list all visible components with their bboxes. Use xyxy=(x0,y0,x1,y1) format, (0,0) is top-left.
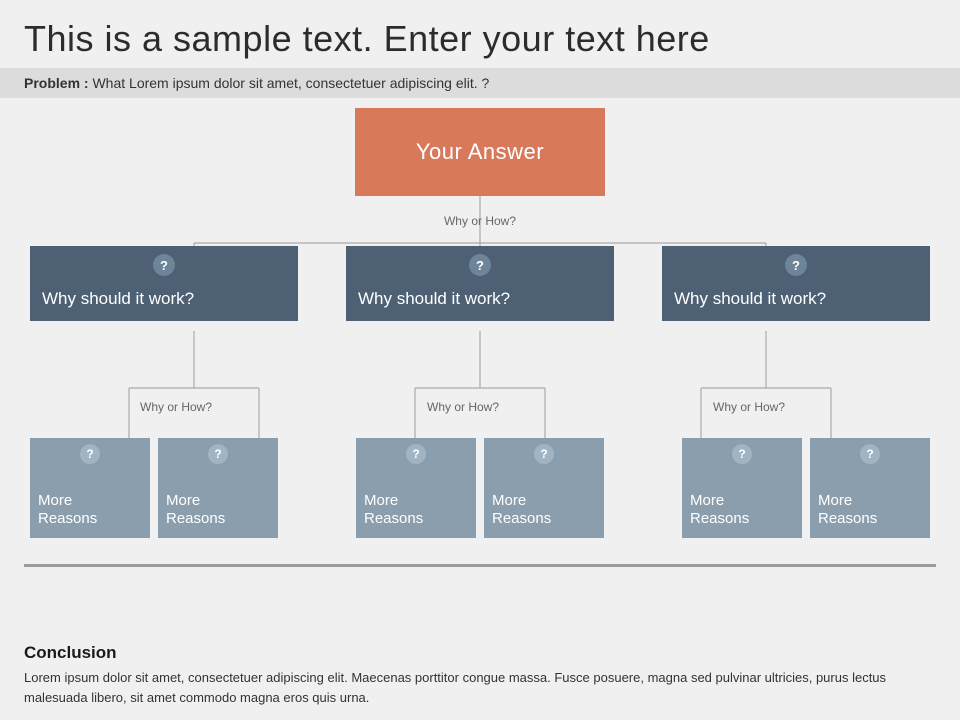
l2-node-1-1-label: MoreReasons xyxy=(38,492,97,528)
question-badge-l2-2-1: ? xyxy=(406,444,426,464)
l2-node-2-1-label: MoreReasons xyxy=(364,492,423,528)
divider-line xyxy=(24,564,936,567)
l2-group-3: ? MoreReasons ? MoreReasons xyxy=(682,438,930,538)
l2-node-3-2[interactable]: ? MoreReasons xyxy=(810,438,930,538)
problem-text: What Lorem ipsum dolor sit amet, consect… xyxy=(92,75,489,91)
why-label-root: Why or How? xyxy=(444,214,516,228)
question-badge-l2-2-2: ? xyxy=(534,444,554,464)
why-label-l1-2: Why or How? xyxy=(427,400,499,414)
question-badge-l2-1-1: ? xyxy=(80,444,100,464)
l2-node-2-1[interactable]: ? MoreReasons xyxy=(356,438,476,538)
l2-node-2-2[interactable]: ? MoreReasons xyxy=(484,438,604,538)
why-label-l1-3: Why or How? xyxy=(713,400,785,414)
conclusion-text: Lorem ipsum dolor sit amet, consectetuer… xyxy=(24,668,936,708)
l1-node-3[interactable]: ? Why should it work? xyxy=(662,246,930,321)
question-badge-l2-3-2: ? xyxy=(860,444,880,464)
root-node[interactable]: Your Answer xyxy=(355,108,605,196)
header: This is a sample text. Enter your text h… xyxy=(0,0,960,68)
question-badge-l1-1: ? xyxy=(153,254,175,276)
level1-container: ? Why should it work? ? Why should it wo… xyxy=(0,246,960,321)
l1-node-2-label: Why should it work? xyxy=(358,289,510,309)
l1-node-2[interactable]: ? Why should it work? xyxy=(346,246,614,321)
question-badge-l1-2: ? xyxy=(469,254,491,276)
l1-node-1-label: Why should it work? xyxy=(42,289,194,309)
conclusion-title: Conclusion xyxy=(24,643,936,663)
l2-node-1-2-label: MoreReasons xyxy=(166,492,225,528)
page: This is a sample text. Enter your text h… xyxy=(0,0,960,720)
problem-bar: Problem : What Lorem ipsum dolor sit ame… xyxy=(0,68,960,98)
l2-node-3-2-label: MoreReasons xyxy=(818,492,877,528)
l2-node-1-2[interactable]: ? MoreReasons xyxy=(158,438,278,538)
l2-node-1-1[interactable]: ? MoreReasons xyxy=(30,438,150,538)
l2-node-2-2-label: MoreReasons xyxy=(492,492,551,528)
page-title: This is a sample text. Enter your text h… xyxy=(24,18,936,60)
question-badge-l2-1-2: ? xyxy=(208,444,228,464)
root-label: Your Answer xyxy=(416,139,544,165)
l1-node-3-label: Why should it work? xyxy=(674,289,826,309)
problem-label: Problem : xyxy=(24,75,89,91)
question-badge-l2-3-1: ? xyxy=(732,444,752,464)
conclusion-area: Conclusion Lorem ipsum dolor sit amet, c… xyxy=(0,635,960,720)
l2-node-3-1[interactable]: ? MoreReasons xyxy=(682,438,802,538)
question-badge-l1-3: ? xyxy=(785,254,807,276)
l2-group-2: ? MoreReasons ? MoreReasons xyxy=(356,438,604,538)
l2-node-3-1-label: MoreReasons xyxy=(690,492,749,528)
l1-node-1[interactable]: ? Why should it work? xyxy=(30,246,298,321)
diagram-area: Why or How? Your Answer ? Why should it … xyxy=(0,98,960,635)
l2-group-1: ? MoreReasons ? MoreReasons xyxy=(30,438,278,538)
why-label-l1-1: Why or How? xyxy=(140,400,212,414)
level2-container: ? MoreReasons ? MoreReasons ? MoreReason… xyxy=(0,438,960,538)
